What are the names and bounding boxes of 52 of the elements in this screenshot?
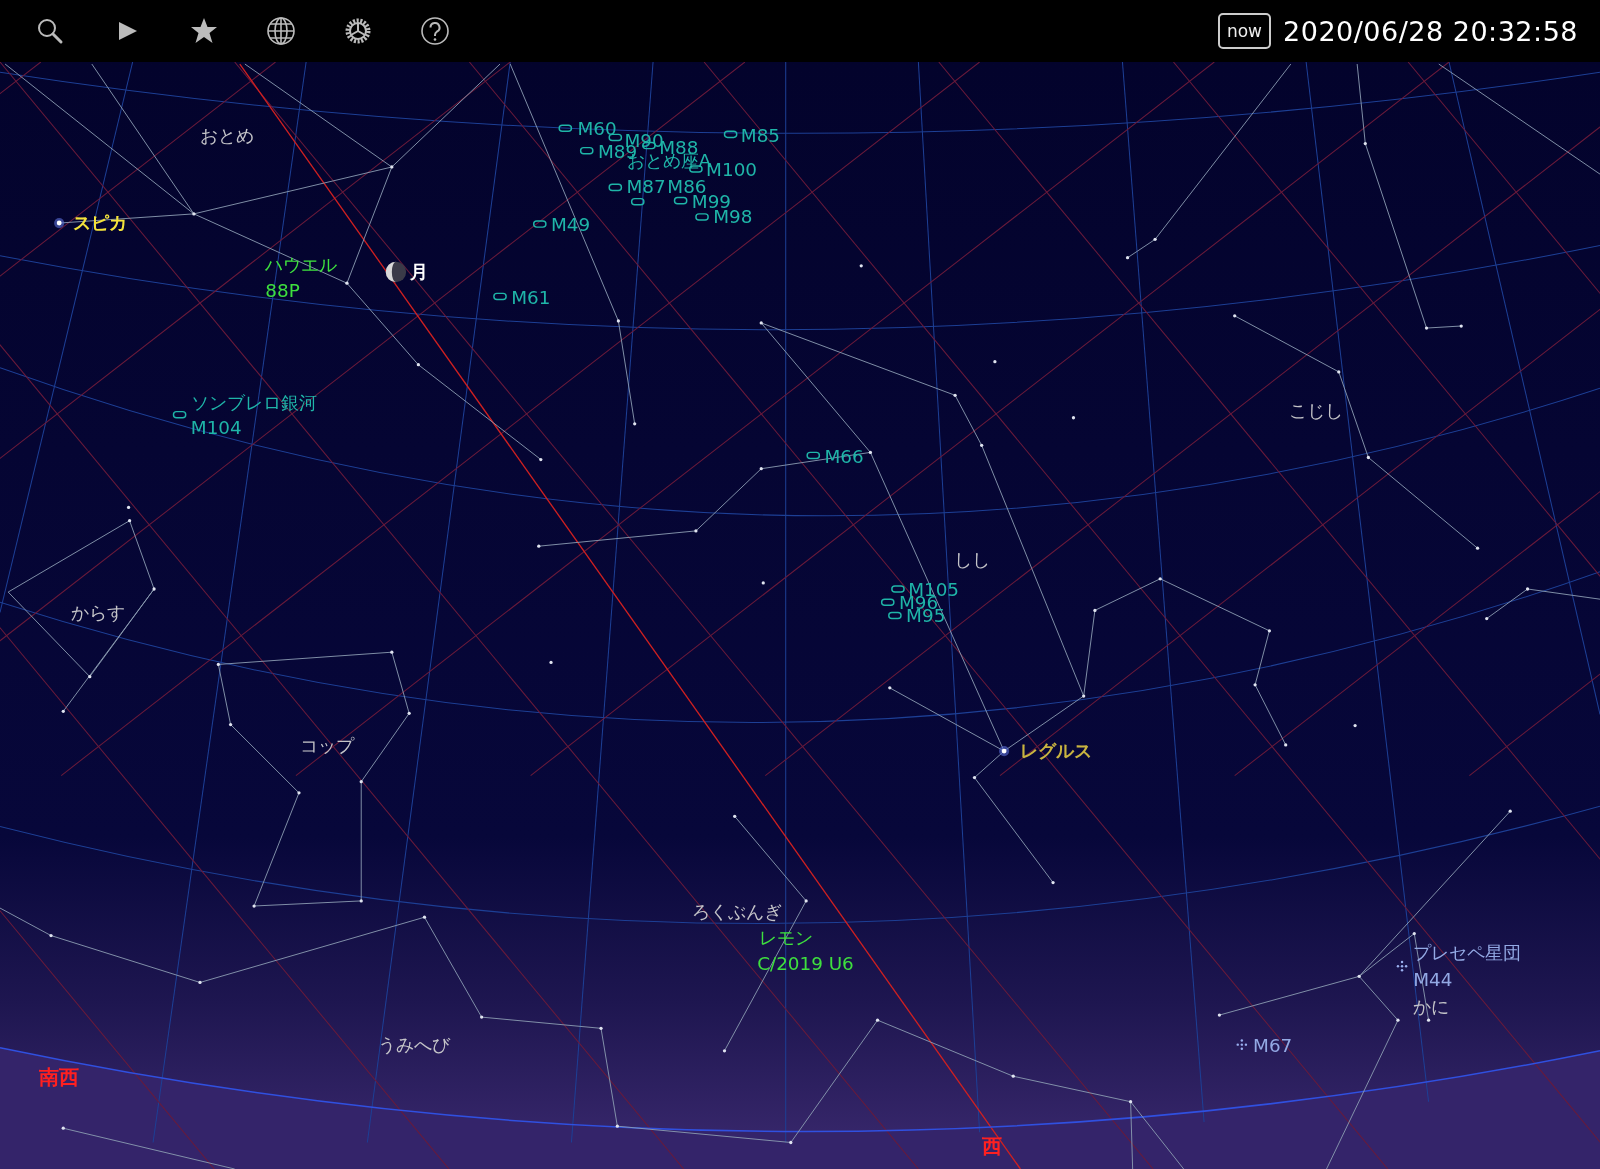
globe-icon[interactable] (266, 16, 296, 46)
now-button[interactable]: now (1217, 13, 1272, 49)
galaxy-icon[interactable] (579, 146, 594, 155)
constellation-label[interactable]: おとめ (200, 124, 255, 146)
constellation-label[interactable]: うみへび (377, 1033, 450, 1055)
cluster-icon[interactable] (1236, 1039, 1248, 1050)
moon-label[interactable]: 月 (410, 261, 429, 283)
galaxy-icon[interactable] (172, 410, 187, 419)
search-icon[interactable] (35, 16, 65, 46)
galaxy-icon[interactable] (532, 220, 547, 228)
settings-icon[interactable] (343, 16, 373, 46)
date-time: 2020/06/28 20:32:58 (1283, 15, 1578, 47)
galaxy-label[interactable]: M87 (626, 176, 666, 198)
galaxy-icon[interactable] (558, 124, 573, 133)
constellation-label[interactable]: こじし (1288, 399, 1343, 421)
galaxy-icon[interactable] (673, 196, 688, 205)
galaxy-icon[interactable] (695, 213, 709, 221)
galaxy-label[interactable]: M61 (511, 286, 551, 308)
cluster-label[interactable]: M44 (1413, 968, 1453, 990)
cluster-label[interactable]: プレセペ星団 (1413, 942, 1522, 963)
galaxy-icon[interactable] (888, 611, 902, 620)
bright-star[interactable] (54, 217, 65, 229)
galaxy-label[interactable]: M49 (551, 214, 591, 236)
constellation-label[interactable]: かに (1413, 996, 1450, 1018)
galaxy-label[interactable]: M85 (740, 124, 780, 146)
galaxy-icon[interactable] (880, 598, 895, 607)
cluster-icon[interactable] (1396, 960, 1408, 972)
constellation-label[interactable]: からす (71, 601, 126, 623)
galaxy-icon[interactable] (806, 451, 821, 460)
galaxy-icon[interactable] (493, 292, 507, 301)
galaxy-label[interactable]: M104 (190, 417, 242, 439)
comet-label[interactable]: C/2019 U6 (757, 953, 854, 975)
help-icon[interactable] (420, 16, 450, 46)
galaxy-label[interactable]: M60 (577, 118, 617, 140)
galaxy-label[interactable]: ソンブレロ銀河 (190, 391, 317, 413)
cluster-label[interactable]: M67 (1253, 1034, 1293, 1056)
constellation-label[interactable]: コップ (300, 735, 355, 757)
constellation-label[interactable]: ろくぶんぎ (691, 901, 782, 923)
star-label[interactable]: レグルス (1020, 740, 1093, 762)
galaxy-icon[interactable] (723, 130, 738, 139)
comet-label[interactable]: 88P (265, 280, 300, 302)
galaxy-icon[interactable] (630, 197, 645, 206)
star-label[interactable]: スピカ (73, 212, 128, 234)
bright-star[interactable] (999, 746, 1010, 757)
galaxy-label[interactable]: M66 (824, 445, 864, 467)
galaxy-icon[interactable] (608, 183, 623, 192)
moon-icon[interactable] (385, 261, 407, 283)
comet-label[interactable]: ハウエル (265, 253, 338, 275)
galaxy-icon[interactable] (608, 133, 623, 142)
galaxy-icon[interactable] (891, 585, 905, 593)
constellation-label[interactable]: しし (954, 548, 991, 570)
comet-label[interactable]: レモン (759, 926, 814, 948)
